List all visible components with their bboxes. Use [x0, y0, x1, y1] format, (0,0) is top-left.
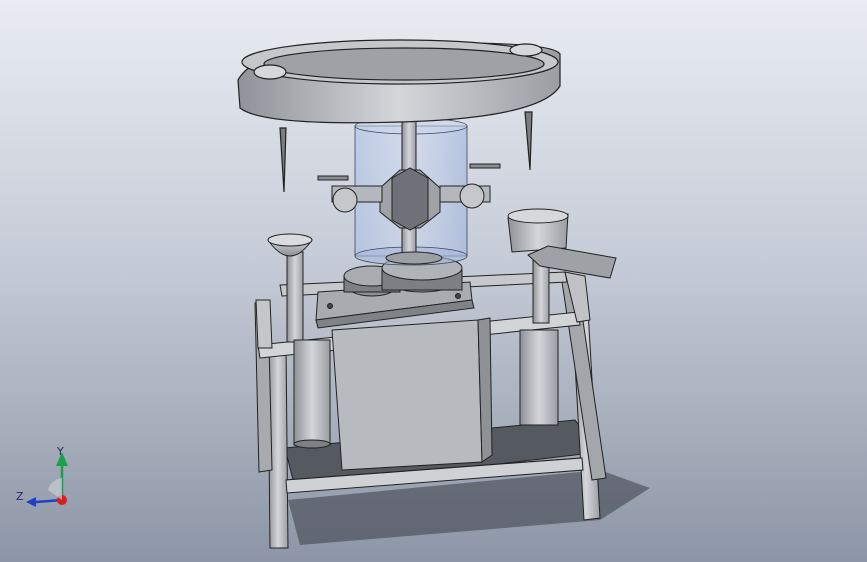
- model-viewport[interactable]: Y Z: [0, 0, 867, 562]
- z-axis-label: Z: [16, 490, 24, 503]
- bevel-gear-assembly[interactable]: [317, 163, 501, 231]
- triad-plane: [48, 478, 62, 500]
- control-box[interactable]: [331, 317, 493, 471]
- z-axis-head: [26, 497, 36, 507]
- coordinate-triad: Y Z: [16, 445, 68, 507]
- y-axis-label: Y: [56, 445, 64, 458]
